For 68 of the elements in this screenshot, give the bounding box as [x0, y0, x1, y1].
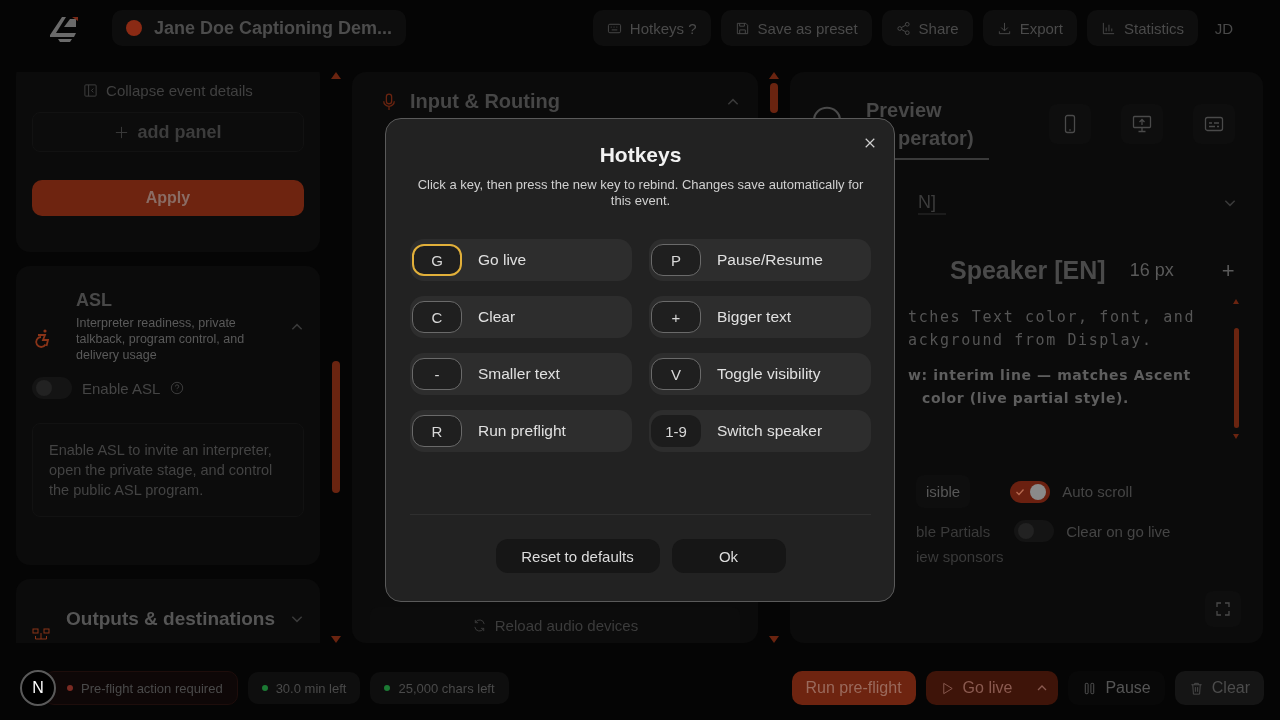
plus-icon [114, 124, 130, 140]
hotkey-label: Go live [478, 251, 527, 269]
toolbar-button[interactable]: Statistics [1087, 10, 1198, 46]
caption-line: ackground from Display. [908, 330, 1154, 351]
ok-button[interactable]: Ok [671, 539, 786, 573]
bar-chart-icon [1101, 20, 1116, 36]
key-button[interactable]: + [651, 301, 701, 333]
interim-caption-line: color (live partial style). [921, 389, 1130, 408]
captions-icon [1204, 114, 1224, 134]
key-button[interactable]: - [412, 358, 462, 390]
trash-icon [1188, 680, 1204, 696]
monitor-icon [1131, 114, 1152, 134]
hotkey-label: Smaller text [478, 365, 560, 383]
close-icon[interactable] [864, 137, 876, 149]
check-icon [1015, 486, 1026, 497]
hotkey-label: Clear [478, 308, 516, 326]
fullscreen-icon [1215, 601, 1231, 617]
toggle-label: Enable ASL [82, 379, 161, 397]
increase-button[interactable]: + [1217, 257, 1239, 284]
run-preflight-button[interactable]: Run pre-flight [791, 671, 916, 705]
interim-caption-line: w: interim line — matches Ascent [908, 366, 1192, 385]
card-title: Outputs & destinations [66, 608, 276, 630]
toggle-label: Auto scroll [1062, 483, 1133, 500]
dialog-description: Click a key, then press the new key to rebind. Changes save automatically for this event. [416, 177, 865, 209]
outputs-icon [32, 628, 50, 640]
scrollbar[interactable] [330, 72, 342, 643]
key-button[interactable]: G [412, 244, 462, 276]
refresh-icon [471, 617, 487, 633]
key-button[interactable]: 1-9 [651, 415, 701, 447]
toolbar-button[interactable]: Share [881, 10, 973, 46]
speaker-label: Speaker [EN] [950, 256, 1106, 285]
toggle-switch[interactable] [1010, 480, 1051, 503]
hotkey-label: Pause/Resume [717, 251, 823, 269]
dialog-title: Hotkeys [599, 143, 682, 167]
card-title: ASL [76, 290, 113, 311]
apply-button[interactable]: Apply [32, 180, 304, 216]
save-icon [734, 20, 750, 36]
share-icon [895, 20, 911, 36]
event-title: Jane Doe Captioning Dem... [154, 17, 393, 39]
status-text: Pre-flight action required [81, 680, 223, 696]
panel-title: Input & Routing [410, 90, 561, 113]
status-dot [126, 20, 142, 36]
key-button[interactable]: C [412, 301, 462, 333]
key-button[interactable]: R [412, 415, 462, 447]
toggle-label: Clear on go live [1066, 522, 1171, 540]
font-size-value: 16 px [1129, 260, 1174, 281]
hotkeys-button[interactable]: Hotkeys ? [592, 10, 711, 46]
status-text: 25,000 chars left [398, 680, 495, 696]
key-button[interactable]: V [651, 358, 701, 390]
hotkey-label: Bigger text [717, 308, 792, 326]
download-icon [996, 20, 1012, 36]
hotkey-label: Toggle visibility [717, 365, 821, 383]
event-selector[interactable]: Jane Doe Captioning Dem... [112, 10, 407, 46]
hotkey-label: Run preflight [478, 422, 566, 440]
toolbar-button[interactable]: Export [982, 10, 1077, 46]
microphone-icon [382, 92, 396, 111]
key-button[interactable]: P [651, 244, 701, 276]
toggle-switch[interactable] [1014, 520, 1055, 542]
accessibility-icon [32, 327, 52, 348]
toolbar-button[interactable]: Save as preset [720, 10, 872, 46]
card-description: Interpreter readiness, private talkback, program control, and delivery usage [76, 315, 246, 363]
reset-button[interactable]: Reset to defaults [495, 539, 660, 573]
scrollbar[interactable] [1231, 299, 1241, 439]
hotkey-label: Switch speaker [717, 422, 823, 440]
caption-line: tches Text color, font, and [908, 307, 1197, 328]
launcher-button[interactable]: N [20, 670, 56, 706]
collapse-icon [83, 82, 99, 98]
help-icon[interactable] [170, 381, 185, 395]
